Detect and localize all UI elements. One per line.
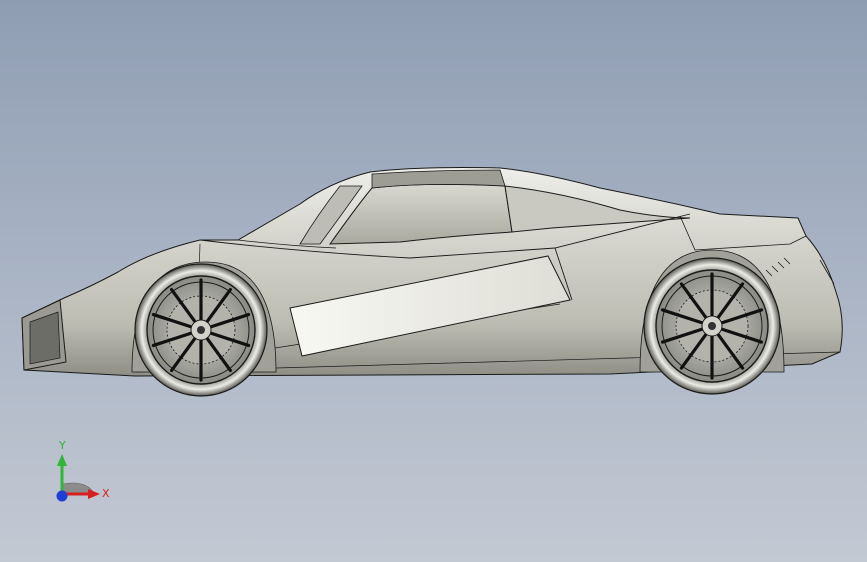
front-wheel (134, 263, 268, 397)
z-axis-dot (56, 490, 68, 502)
y-axis-label: Y (59, 439, 66, 452)
y-axis-arrow (57, 454, 67, 466)
car-3d-model[interactable] (0, 0, 867, 562)
graphics-viewport[interactable]: Y X (0, 0, 867, 562)
axis-triad-icon: Y X (40, 436, 120, 516)
rear-wheel (643, 257, 781, 395)
x-axis-arrow (88, 489, 100, 499)
x-axis-label: X (102, 487, 110, 500)
